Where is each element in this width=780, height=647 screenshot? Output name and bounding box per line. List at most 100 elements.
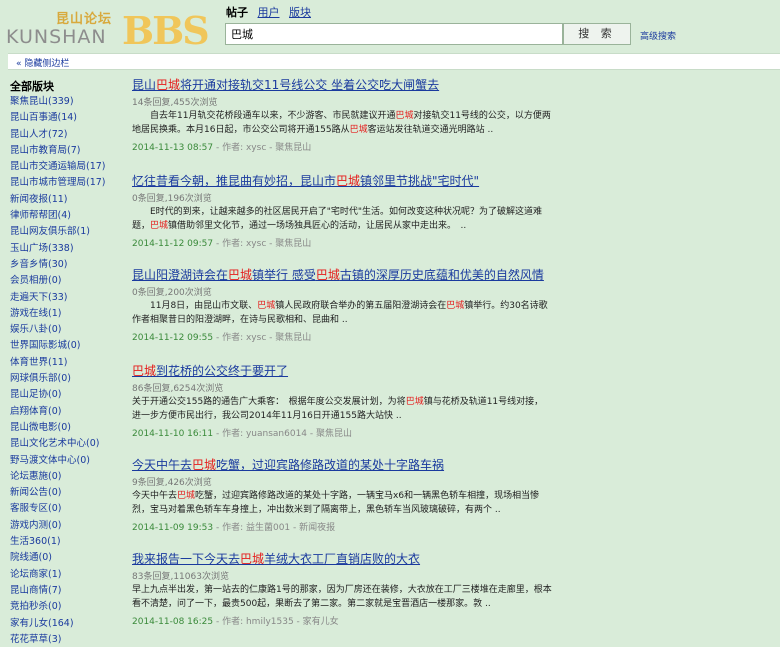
- result-snippet: 自去年11月轨交花桥段通车以来，不少游客、市民就建议开通巴城对接轨交11号线的公…: [132, 109, 552, 137]
- result-author-forum: - 作者: yuansan6014 - 聚焦昆山: [213, 429, 353, 439]
- text-segment: 到花桥的公交终于要开了: [156, 364, 289, 378]
- keyword-highlight: 巴城: [228, 268, 253, 282]
- result-snippet: 关于开通公交155路的通告广大乘客： 根据年度公交发展计划，为将巴城镇与花桥及轨…: [132, 395, 552, 423]
- sidebar-item[interactable]: 院线通(0): [10, 550, 125, 566]
- sidebar-item[interactable]: 昆山百事通(14): [10, 110, 125, 126]
- sidebar-item[interactable]: 昆山市城市管理局(17): [10, 175, 125, 191]
- header: 昆山论坛 KUNSHAN BBS 帖子 用户 版块 搜 索 高级搜索: [0, 0, 780, 53]
- text-segment: 自去年11月轨交花桥段通车以来，不少游客、市民就建议开通: [132, 111, 396, 121]
- sidebar-item[interactable]: 聚焦昆山(339): [10, 94, 125, 110]
- sidebar-item[interactable]: 昆山文化艺术中心(0): [10, 436, 125, 452]
- search-type-tabs: 帖子 用户 版块: [226, 4, 317, 20]
- sidebar-item[interactable]: 玉山广场(338): [10, 241, 125, 257]
- keyword-highlight: 巴城: [349, 125, 368, 135]
- sidebar-item[interactable]: 会员相册(0): [10, 273, 125, 289]
- sidebar-item[interactable]: 乡音乡情(30): [10, 257, 125, 273]
- result-meta: 2014-11-09 19:53 - 作者: 益生菌001 - 新闻夜报: [132, 520, 552, 533]
- text-segment: 羊绒大衣工厂直销店败的大衣: [264, 552, 421, 566]
- sidebar-heading: 全部版块: [10, 80, 54, 93]
- text-segment: 古镇的深厚历史底蕴和优美的自然风情: [339, 268, 544, 282]
- keyword-highlight: 巴城: [446, 301, 465, 311]
- sidebar-item[interactable]: 论坛商家(1): [10, 567, 125, 583]
- text-segment: 11月8日，由昆山市文联、: [132, 301, 258, 311]
- site-logo[interactable]: 昆山论坛 KUNSHAN BBS: [4, 6, 214, 53]
- sidebar-item[interactable]: 昆山足协(0): [10, 387, 125, 403]
- result-snippet: E时代的到来，让越来越多的社区居民开启了"宅时代"生活。如何改变这种状况呢？为了…: [132, 205, 552, 233]
- sidebar-item[interactable]: 游戏内测(0): [10, 518, 125, 534]
- sidebar-item[interactable]: 走遍天下(33): [10, 290, 125, 306]
- tab-posts[interactable]: 帖子: [226, 6, 248, 19]
- search-result: 昆山巴城将开通对接轨交11号线公交 坐着公交吃大闸蟹去 14条回复,455次浏览 …: [132, 76, 552, 153]
- result-stats: 0条回复,196次浏览: [132, 194, 212, 204]
- result-stats: 83条回复,11063次浏览: [132, 572, 229, 582]
- hide-sidebar-link[interactable]: « 隐藏侧边栏: [8, 53, 780, 70]
- text-segment: 今天中午去: [132, 458, 193, 472]
- keyword-highlight: 巴城: [192, 458, 217, 472]
- text-segment: 昆山: [132, 78, 157, 92]
- sidebar-item[interactable]: 论坛惠施(0): [10, 469, 125, 485]
- sidebar-item[interactable]: 野马渡文体中心(0): [10, 453, 125, 469]
- sidebar-item[interactable]: 昆山微电影(0): [10, 420, 125, 436]
- result-title-link[interactable]: 我来报告一下今天去巴城羊绒大衣工厂直销店败的大衣: [132, 550, 552, 567]
- sidebar-item[interactable]: 新闻夜报(11): [10, 192, 125, 208]
- result-date: 2014-11-10 16:11: [132, 429, 214, 439]
- result-title-link[interactable]: 昆山阳澄湖诗会在巴城镇举行 感受巴城古镇的深厚历史底蕴和优美的自然风情: [132, 266, 552, 283]
- result-snippet: 今天中午去巴城吃蟹，过迎宾路修路改道的某处十字路，一辆宝马x6和一辆黑色轿车相撞…: [132, 489, 552, 517]
- result-stats: 14条回复,455次浏览: [132, 98, 218, 108]
- result-title-link[interactable]: 巴城到花桥的公交终于要开了: [132, 362, 552, 379]
- result-meta: 2014-11-08 16:25 - 作者: hmily1535 - 家有儿女: [132, 614, 552, 627]
- text-segment: 客运站发往轨道交通光明路站 ..: [367, 125, 494, 135]
- sidebar-item[interactable]: 娱乐八卦(0): [10, 322, 125, 338]
- text-segment: 将开通对接轨交11号线公交 坐着公交吃大闸蟹去: [180, 78, 440, 92]
- sidebar-item[interactable]: 体育世界(11): [10, 355, 125, 371]
- result-date: 2014-11-09 19:53: [132, 523, 214, 533]
- text-segment: 镇借助邻里文化节，通过一场场独具匠心的活动，让居民从家中走出来。 ..: [168, 221, 467, 231]
- sidebar-item[interactable]: 昆山市交通运输局(17): [10, 159, 125, 175]
- search-button[interactable]: 搜 索: [563, 23, 631, 45]
- result-author-forum: - 作者: xysc - 聚焦昆山: [213, 239, 312, 249]
- result-author-forum: - 作者: xysc - 聚焦昆山: [213, 143, 312, 153]
- text-segment: 关于开通公交155路的通告广大乘客： 根据年度公交发展计划，为将: [132, 397, 406, 407]
- text-segment: 镇举行 感受: [252, 268, 316, 282]
- result-stats: 86条回复,6254次浏览: [132, 384, 224, 394]
- result-date: 2014-11-12 09:55: [132, 333, 214, 343]
- result-title-link[interactable]: 昆山巴城将开通对接轨交11号线公交 坐着公交吃大闸蟹去: [132, 76, 552, 93]
- search-result: 今天中午去巴城吃蟹，过迎宾路修路改道的某处十字路车祸 9条回复,426次浏览 今天中…: [132, 456, 552, 533]
- sidebar-item[interactable]: 昆山网友俱乐部(1): [10, 224, 125, 240]
- result-date: 2014-11-13 08:57: [132, 143, 214, 153]
- logo-bbs: BBS: [122, 8, 210, 53]
- sidebar-item[interactable]: 昆山商情(7): [10, 583, 125, 599]
- sidebar-item[interactable]: 昆山市教育局(7): [10, 143, 125, 159]
- sidebar-item[interactable]: 昆山人才(72): [10, 127, 125, 143]
- sidebar-item[interactable]: 竞拍秒杀(0): [10, 599, 125, 615]
- keyword-highlight: 巴城: [150, 221, 169, 231]
- result-meta: 2014-11-12 09:57 - 作者: xysc - 聚焦昆山: [132, 236, 552, 249]
- text-segment: 昆山阳澄湖诗会在: [132, 268, 229, 282]
- text-segment: 忆往昔看今朝，推昆曲有妙招，昆山市: [132, 174, 337, 188]
- search-input[interactable]: [225, 23, 563, 45]
- sidebar-item[interactable]: 客服专区(0): [10, 501, 125, 517]
- result-meta: 2014-11-10 16:11 - 作者: yuansan6014 - 聚焦昆…: [132, 426, 552, 439]
- keyword-highlight: 巴城: [395, 111, 414, 121]
- keyword-highlight: 巴城: [336, 174, 361, 188]
- sidebar-item[interactable]: 生活360(1): [10, 534, 125, 550]
- result-title-link[interactable]: 今天中午去巴城吃蟹，过迎宾路修路改道的某处十字路车祸: [132, 456, 552, 473]
- sidebar-item[interactable]: 律师帮帮团(4): [10, 208, 125, 224]
- keyword-highlight: 巴城: [132, 364, 157, 378]
- text-segment: 今天中午去: [132, 491, 178, 501]
- sidebar-item[interactable]: 家有儿女(164): [10, 616, 125, 632]
- sidebar-item[interactable]: 花花草草(3): [10, 632, 125, 647]
- sidebar-item[interactable]: 网球俱乐部(0): [10, 371, 125, 387]
- search-result: 昆山阳澄湖诗会在巴城镇举行 感受巴城古镇的深厚历史底蕴和优美的自然风情 0条回复,…: [132, 266, 552, 343]
- sidebar-item[interactable]: 世界国际影城(0): [10, 338, 125, 354]
- tab-forums[interactable]: 版块: [289, 6, 311, 19]
- search-result: 巴城到花桥的公交终于要开了 86条回复,6254次浏览 关于开通公交155路的通告广…: [132, 362, 552, 439]
- sidebar-item[interactable]: 游戏在线(1): [10, 306, 125, 322]
- logo-en: KUNSHAN: [6, 26, 107, 48]
- tab-users[interactable]: 用户: [258, 6, 280, 19]
- result-title-link[interactable]: 忆往昔看今朝，推昆曲有妙招，昆山市巴城镇邻里节挑战"宅时代": [132, 172, 552, 189]
- sidebar-item[interactable]: 启翔体育(0): [10, 404, 125, 420]
- result-meta: 2014-11-13 08:57 - 作者: xysc - 聚焦昆山: [132, 140, 552, 153]
- advanced-search-link[interactable]: 高级搜索: [640, 29, 676, 42]
- sidebar-item[interactable]: 新闻公告(0): [10, 485, 125, 501]
